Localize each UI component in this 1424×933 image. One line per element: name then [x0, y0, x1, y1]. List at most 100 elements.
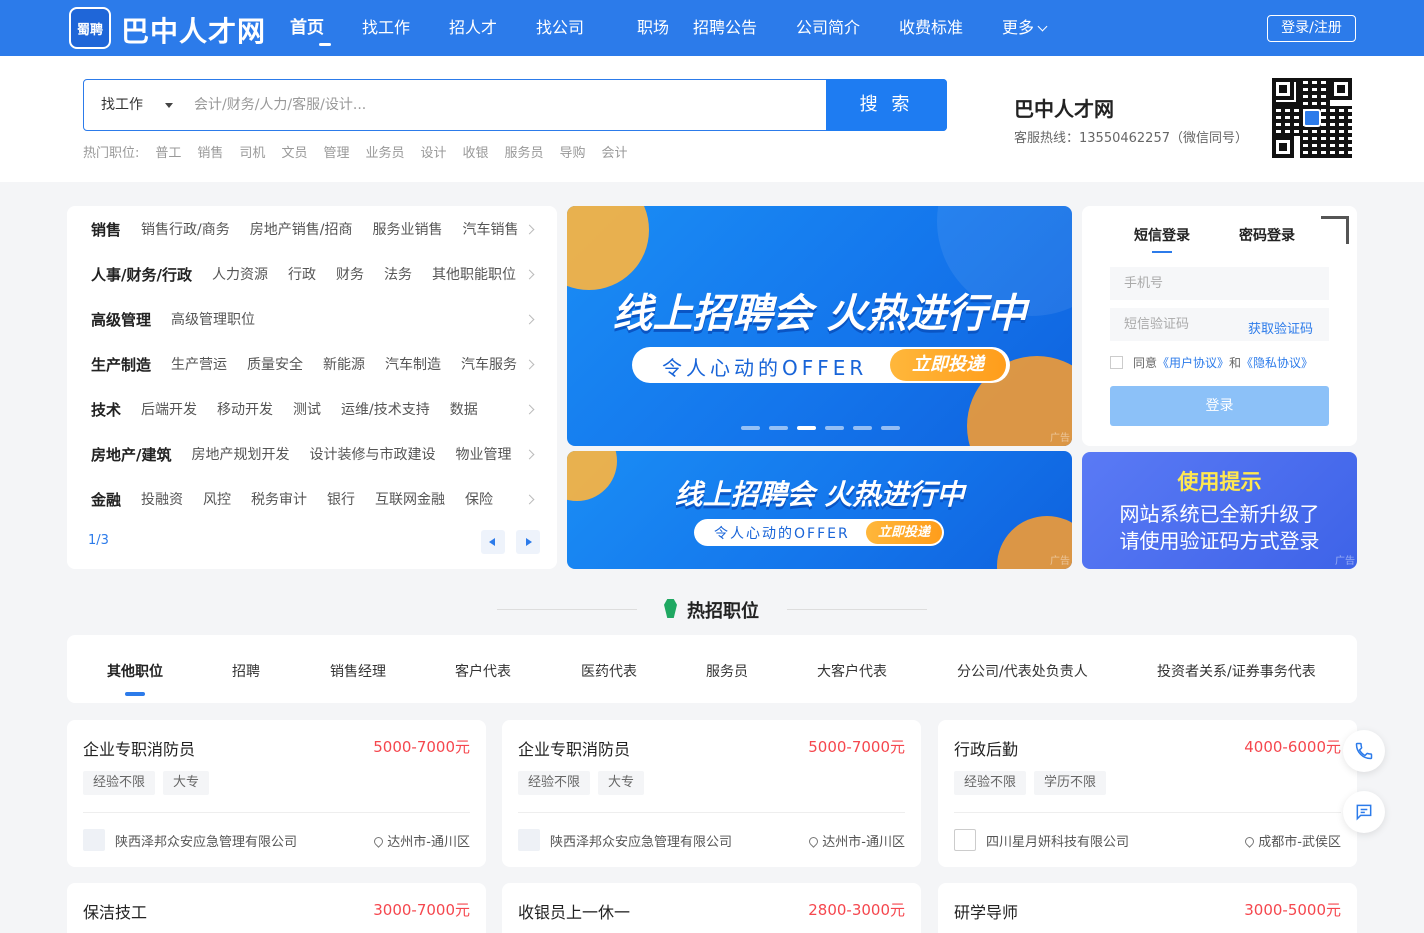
feedback-button[interactable]: [1343, 791, 1385, 833]
chevron-right-icon[interactable]: [524, 404, 535, 415]
carousel-dot[interactable]: [853, 426, 872, 430]
job-card[interactable]: 研学导师 3000-5000元: [938, 883, 1357, 933]
category-sub[interactable]: 汽车服务: [461, 354, 517, 374]
category-sub[interactable]: 银行: [327, 489, 355, 509]
tab-other-jobs[interactable]: 其他职位: [107, 661, 163, 696]
agree-checkbox[interactable]: [1110, 356, 1123, 369]
category-sub[interactable]: 后端开发: [141, 399, 197, 419]
category-row[interactable]: 高级管理 高级管理职位: [91, 309, 275, 329]
category-sub[interactable]: 设计装修与市政建设: [309, 444, 435, 464]
category-sub[interactable]: 质量安全: [247, 354, 303, 374]
banner-cta-button[interactable]: 立即投递: [890, 349, 1006, 381]
category-sub[interactable]: 互联网金融: [375, 489, 445, 509]
category-sub[interactable]: 运维/技术支持: [341, 399, 430, 419]
category-sub[interactable]: 测试: [293, 399, 321, 419]
site-logo[interactable]: 蜀聘: [69, 7, 111, 49]
category-row[interactable]: 金融 投融资 风控 税务审计 银行 互联网金融 保险: [91, 489, 513, 509]
prev-page-button[interactable]: [481, 530, 505, 554]
hot-job-link[interactable]: 管理: [323, 142, 349, 161]
category-sub[interactable]: 其他职能职位: [432, 264, 516, 284]
hot-job-link[interactable]: 收银: [463, 142, 489, 161]
hot-job-link[interactable]: 会计: [602, 142, 628, 161]
nav-home[interactable]: 首页: [290, 0, 360, 56]
job-card[interactable]: 行政后勤 4000-6000元 经验不限 学历不限 四川星月妍科技有限公司 成都…: [938, 720, 1357, 867]
category-title[interactable]: 销售: [91, 219, 121, 240]
search-input[interactable]: [194, 90, 794, 120]
hot-job-link[interactable]: 销售: [197, 142, 223, 161]
tab-branch-head[interactable]: 分公司/代表处负责人: [957, 661, 1088, 681]
carousel-dot[interactable]: [825, 426, 844, 430]
tab-key-account[interactable]: 大客户代表: [817, 661, 887, 681]
job-card[interactable]: 保洁技工 3000-7000元: [67, 883, 486, 933]
tab-waiter[interactable]: 服务员: [706, 661, 748, 681]
banner-cta-button[interactable]: 立即投递: [866, 521, 942, 544]
category-sub[interactable]: 财务: [336, 264, 364, 284]
category-row[interactable]: 生产制造 生产营运 质量安全 新能源 汽车制造 汽车服务: [91, 354, 537, 374]
login-submit-button[interactable]: 登录: [1110, 386, 1329, 426]
carousel-dot[interactable]: [741, 426, 760, 430]
category-sub[interactable]: 保险: [465, 489, 493, 509]
nav-find-talent[interactable]: 招人才: [449, 0, 536, 56]
category-sub[interactable]: 人力资源: [212, 264, 268, 284]
tab-medical-rep[interactable]: 医药代表: [581, 661, 637, 681]
category-sub[interactable]: 法务: [384, 264, 412, 284]
company-name[interactable]: 陕西泽邦众安应急管理有限公司: [115, 831, 297, 850]
category-sub[interactable]: 汽车制造: [385, 354, 441, 374]
tab-password-login[interactable]: 密码登录: [1239, 225, 1295, 245]
job-card[interactable]: 企业专职消防员 5000-7000元 经验不限 大专 陕西泽邦众安应急管理有限公…: [67, 720, 486, 867]
job-title[interactable]: 企业专职消防员: [83, 736, 195, 760]
category-row[interactable]: 销售 销售行政/商务 房地产销售/招商 服务业销售 汽车销售: [91, 219, 538, 239]
category-sub[interactable]: 房地产销售/招商: [250, 219, 353, 239]
nav-find-company[interactable]: 找公司: [536, 0, 637, 56]
category-row[interactable]: 人事/财务/行政 人力资源 行政 财务 法务 其他职能职位: [91, 264, 536, 284]
job-title[interactable]: 企业专职消防员: [518, 736, 630, 760]
category-title[interactable]: 金融: [91, 489, 121, 510]
category-title[interactable]: 高级管理: [91, 309, 151, 330]
tab-recruit[interactable]: 招聘: [232, 661, 260, 681]
company-name[interactable]: 四川星月妍科技有限公司: [986, 831, 1129, 850]
user-agreement-link[interactable]: 《用户协议》: [1157, 356, 1229, 370]
category-sub[interactable]: 行政: [288, 264, 316, 284]
phone-input[interactable]: [1110, 267, 1329, 300]
tab-customer-rep[interactable]: 客户代表: [455, 661, 511, 681]
category-sub[interactable]: 数据: [450, 399, 478, 419]
nav-find-job[interactable]: 找工作: [362, 0, 449, 56]
tab-investor-relations[interactable]: 投资者关系/证券事务代表: [1157, 661, 1316, 681]
category-title[interactable]: 技术: [91, 399, 121, 420]
qr-login-icon[interactable]: [1321, 216, 1349, 244]
category-sub[interactable]: 新能源: [323, 354, 365, 374]
category-sub[interactable]: 税务审计: [251, 489, 307, 509]
nav-company-intro[interactable]: 公司简介: [796, 0, 899, 56]
tab-sms-login[interactable]: 短信登录: [1134, 225, 1190, 253]
job-title[interactable]: 收银员上一休一: [518, 899, 630, 923]
company-name[interactable]: 陕西泽邦众安应急管理有限公司: [550, 831, 732, 850]
category-sub[interactable]: 销售行政/商务: [141, 219, 230, 239]
login-register-button[interactable]: 登录/注册: [1267, 15, 1356, 42]
job-title[interactable]: 保洁技工: [83, 899, 147, 923]
tip-panel[interactable]: 使用提示 网站系统已全新升级了 请使用验证码方式登录 广告: [1082, 452, 1357, 569]
privacy-link[interactable]: 《隐私协议》: [1241, 356, 1313, 370]
banner-secondary[interactable]: 线上招聘会 火热进行中 令人心动的OFFER 立即投递 广告: [567, 451, 1072, 569]
carousel-dot[interactable]: [881, 426, 900, 430]
chevron-right-icon[interactable]: [524, 494, 535, 505]
category-sub[interactable]: 生产营运: [171, 354, 227, 374]
chevron-right-icon[interactable]: [524, 314, 535, 325]
category-sub[interactable]: 物业管理: [455, 444, 511, 464]
site-title[interactable]: 巴中人才网: [121, 10, 266, 50]
banner-main[interactable]: 线上招聘会 火热进行中 令人心动的OFFER 立即投递 广告: [567, 206, 1072, 446]
category-sub[interactable]: 高级管理职位: [171, 309, 255, 329]
job-card[interactable]: 企业专职消防员 5000-7000元 经验不限 大专 陕西泽邦众安应急管理有限公…: [502, 720, 921, 867]
category-title[interactable]: 人事/财务/行政: [91, 264, 192, 285]
nav-workplace[interactable]: 职场: [637, 0, 693, 56]
hot-job-link[interactable]: 司机: [239, 142, 265, 161]
category-sub[interactable]: 风控: [203, 489, 231, 509]
nav-pricing[interactable]: 收费标准: [899, 0, 1002, 56]
job-title[interactable]: 研学导师: [954, 899, 1018, 923]
category-sub[interactable]: 移动开发: [217, 399, 273, 419]
search-type-select[interactable]: 找工作: [101, 80, 143, 130]
phone-call-button[interactable]: [1343, 730, 1385, 772]
hot-job-link[interactable]: 导购: [560, 142, 586, 161]
nav-announcements[interactable]: 招聘公告: [693, 0, 796, 56]
category-sub[interactable]: 服务业销售: [372, 219, 442, 239]
hot-job-link[interactable]: 设计: [420, 142, 446, 161]
